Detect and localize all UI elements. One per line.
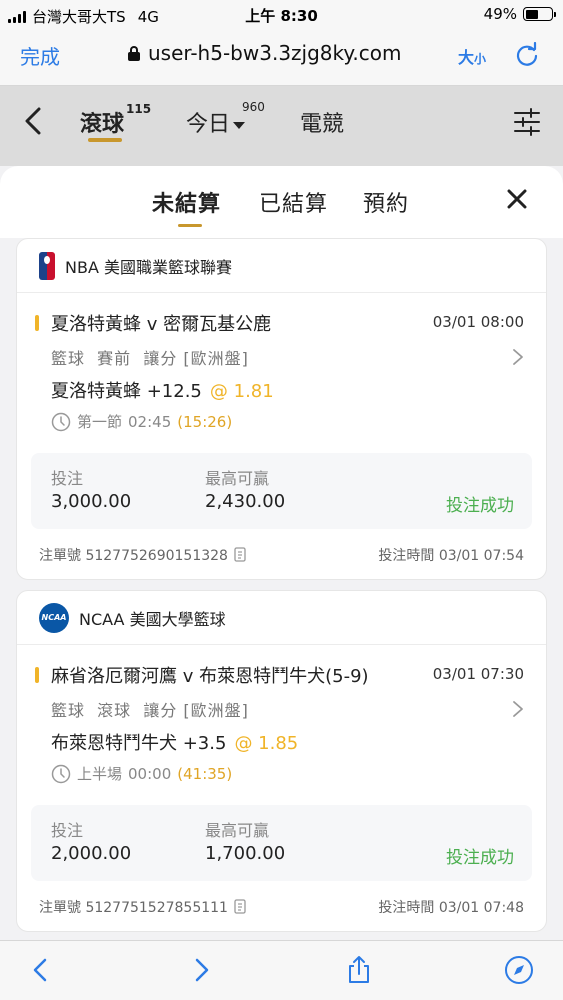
elapsed-time: (15:26) — [177, 412, 233, 431]
back-arrow-icon[interactable] — [22, 106, 44, 136]
battery-icon — [523, 7, 556, 21]
filter-icon[interactable] — [512, 108, 542, 136]
tab-today[interactable]: 今日 960 — [186, 100, 265, 138]
bet-type: 籃球 賽前 讓分 [歐洲盤] — [51, 349, 249, 368]
reload-icon[interactable] — [514, 42, 540, 68]
browser-back-icon[interactable] — [26, 955, 56, 985]
bet-time: 投注時間 03/01 07:48 — [378, 900, 524, 916]
tab-reserved[interactable]: 預約 — [363, 186, 409, 218]
status-badge: 投注成功 — [446, 848, 514, 868]
league-header: NCAA NCAA 美國大學籃球 — [17, 591, 546, 645]
tab-today-count: 960 — [242, 100, 265, 114]
text-size-big: 大 — [458, 48, 475, 67]
order-number-text: 注單號 5127752690151328 — [39, 548, 228, 564]
close-icon[interactable] — [506, 188, 528, 210]
stake-value: 2,000.00 — [51, 843, 132, 864]
max-win-label: 最高可贏 — [205, 821, 270, 840]
odds-value: @ 1.81 — [209, 381, 274, 402]
match-title: 麻省洛厄爾河鷹 v 布萊恩特鬥牛犬(5-9) — [51, 666, 369, 687]
order-number-text: 注單號 5127751527855111 — [39, 900, 228, 916]
league-header: NBA 美國職業籃球聯賽 — [17, 239, 546, 293]
period-clock: 00:00 — [128, 764, 172, 783]
order-number: 注單號 5127752690151328 — [39, 545, 248, 565]
clock: 上午 8:30 — [245, 7, 318, 25]
tab-settled[interactable]: 已結算 — [259, 186, 328, 218]
text-size-small: 小 — [474, 52, 487, 66]
period-name: 第一節 — [77, 413, 123, 431]
period-clock: 02:45 — [128, 412, 172, 431]
copy-icon[interactable] — [234, 547, 248, 563]
bet-records-sheet: 未結算 已結算 預約 NBA 美國職業籃球聯賽 夏洛特黃蜂 v 密爾瓦基公鹿 0… — [0, 166, 563, 940]
status-badge: 投注成功 — [446, 496, 514, 516]
league-name: NBA 美國職業籃球聯賽 — [65, 257, 232, 277]
browser-toolbar: 完成 user-h5-bw3.3zjg8ky.com 大小 — [0, 30, 563, 86]
bet-card: NCAA NCAA 美國大學籃球 麻省洛厄爾河鷹 v 布萊恩特鬥牛犬(5-9) … — [16, 590, 547, 932]
address-bar[interactable]: user-h5-bw3.3zjg8ky.com — [128, 41, 401, 65]
chevron-right-icon[interactable] — [512, 348, 524, 366]
compass-icon[interactable] — [504, 955, 534, 985]
max-win-value: 1,700.00 — [205, 843, 286, 864]
bet-footer: 注單號 5127751527855111 投注時間 03/01 07:48 — [17, 881, 546, 931]
app-top-nav: 滾球115 今日 960 電競 — [0, 86, 563, 166]
tab-unsettled[interactable]: 未結算 — [152, 186, 221, 218]
stake-label: 投注 — [51, 469, 84, 488]
match-time: 03/01 07:30 — [432, 665, 524, 683]
copy-icon[interactable] — [234, 899, 248, 915]
bet-time: 投注時間 03/01 07:54 — [378, 548, 524, 564]
nba-logo-icon — [39, 251, 55, 280]
clock-icon — [51, 764, 71, 783]
sheet-header: 未結算 已結算 預約 — [0, 166, 563, 238]
match-details[interactable]: 麻省洛厄爾河鷹 v 布萊恩特鬥牛犬(5-9) 03/01 07:30 籃球 滾球… — [17, 645, 546, 805]
battery-percent: 49% — [483, 5, 517, 23]
stake-summary: 投注 3,000.00 最高可贏 2,430.00 投注成功 — [31, 453, 532, 529]
max-win-label: 最高可贏 — [205, 469, 270, 488]
lock-icon — [128, 45, 140, 61]
accent-bar — [35, 315, 39, 331]
bet-footer: 注單號 5127752690151328 投注時間 03/01 07:54 — [17, 529, 546, 579]
share-icon[interactable] — [344, 955, 374, 985]
tab-live-indicator — [88, 138, 122, 142]
battery-info: 49% — [483, 5, 556, 23]
tab-unsettled-indicator — [178, 224, 202, 227]
bet-type: 籃球 滾球 讓分 [歐洲盤] — [51, 701, 249, 720]
league-name: NCAA 美國大學籃球 — [79, 609, 226, 629]
tab-today-label: 今日 — [186, 112, 231, 137]
browser-forward-icon[interactable] — [186, 955, 216, 985]
status-bar: 台灣大哥大TS 4G 上午 8:30 49% — [0, 0, 563, 30]
clock-icon — [51, 412, 71, 431]
stake-summary: 投注 2,000.00 最高可贏 1,700.00 投注成功 — [31, 805, 532, 881]
stake-value: 3,000.00 — [51, 491, 132, 512]
order-number: 注單號 5127751527855111 — [39, 897, 248, 917]
elapsed-time: (41:35) — [177, 764, 233, 783]
tab-esports-label: 電競 — [300, 112, 345, 137]
match-details[interactable]: 夏洛特黃蜂 v 密爾瓦基公鹿 03/01 08:00 籃球 賽前 讓分 [歐洲盤… — [17, 293, 546, 453]
bet-card: NBA 美國職業籃球聯賽 夏洛特黃蜂 v 密爾瓦基公鹿 03/01 08:00 … — [16, 238, 547, 580]
bet-selection: 夏洛特黃蜂 +12.5 @ 1.81 — [51, 377, 274, 403]
tab-esports[interactable]: 電競 — [300, 106, 344, 138]
selection-label: 夏洛特黃蜂 +12.5 — [51, 381, 202, 402]
chevron-right-icon[interactable] — [512, 700, 524, 718]
tab-live-label: 滾球 — [80, 112, 125, 137]
selection-label: 布萊恩特鬥牛犬 +3.5 — [51, 733, 227, 754]
stake-label: 投注 — [51, 821, 84, 840]
tab-live[interactable]: 滾球115 — [80, 102, 151, 138]
match-title: 夏洛特黃蜂 v 密爾瓦基公鹿 — [51, 314, 272, 335]
period-name: 上半場 — [77, 765, 123, 783]
game-clock: 第一節 02:45 (15:26) — [51, 411, 232, 432]
max-win-value: 2,430.00 — [205, 491, 286, 512]
odds-value: @ 1.85 — [234, 733, 299, 754]
done-button[interactable]: 完成 — [20, 41, 60, 70]
browser-bottom-toolbar — [0, 940, 563, 1000]
chevron-down-icon — [233, 121, 246, 129]
bet-selection: 布萊恩特鬥牛犬 +3.5 @ 1.85 — [51, 729, 298, 755]
url-text: user-h5-bw3.3zjg8ky.com — [148, 41, 402, 65]
ncaa-logo-icon: NCAA — [39, 602, 69, 633]
game-clock: 上半場 00:00 (41:35) — [51, 763, 232, 784]
accent-bar — [35, 667, 39, 683]
text-size-button[interactable]: 大小 — [458, 44, 486, 68]
match-time: 03/01 08:00 — [432, 313, 524, 331]
tab-live-count: 115 — [126, 101, 152, 116]
